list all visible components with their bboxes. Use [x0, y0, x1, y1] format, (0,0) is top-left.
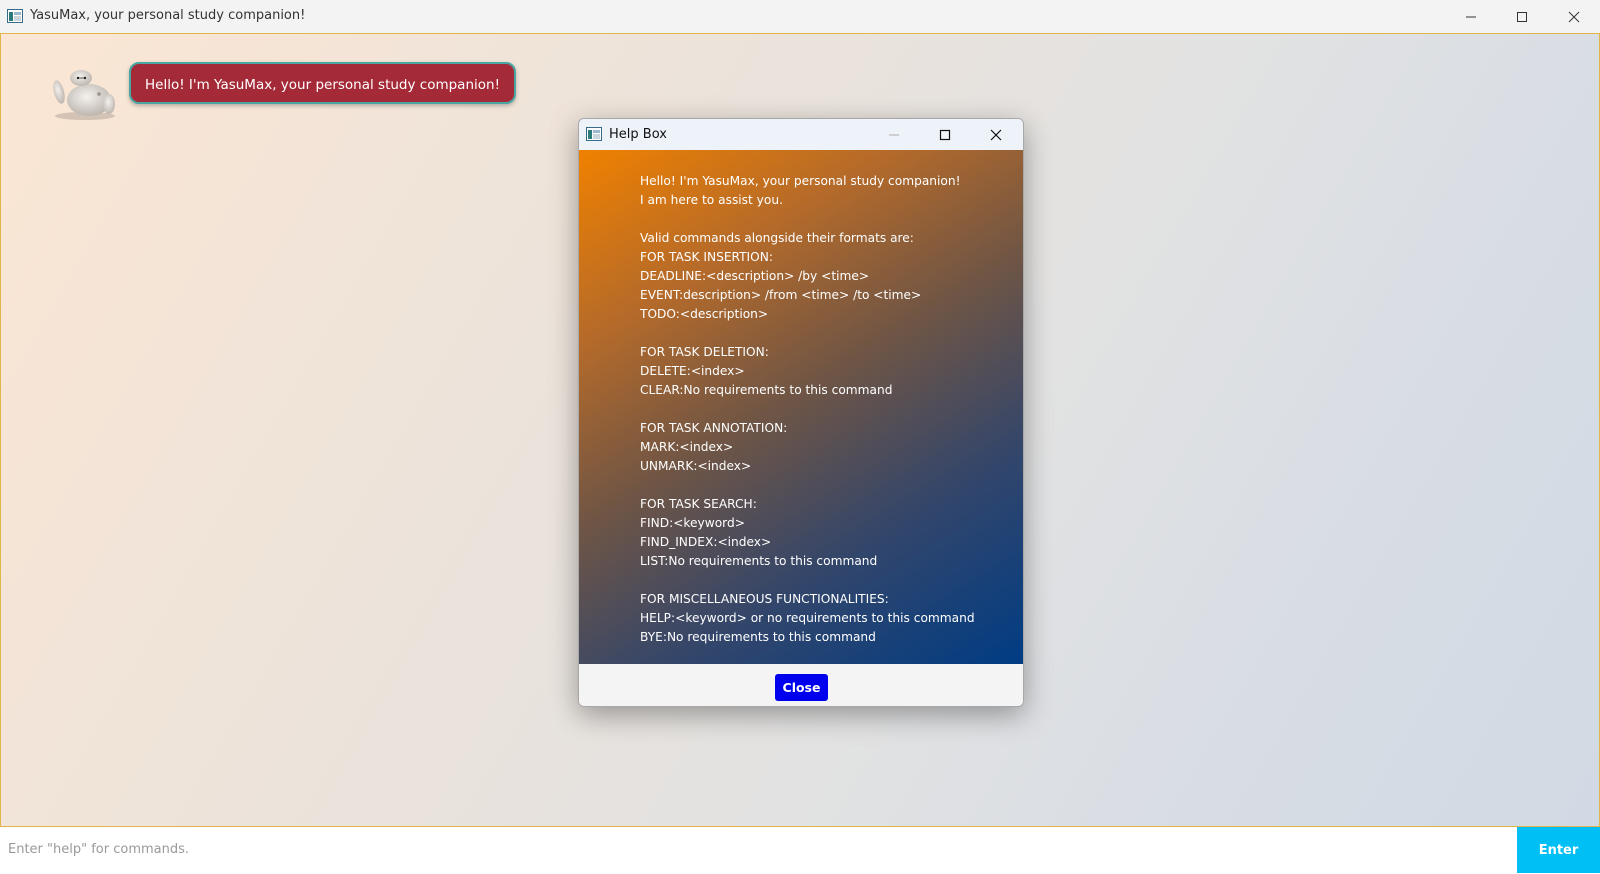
help-line: BYE:No requirements to this command	[640, 630, 876, 644]
window-title: YasuMax, your personal study companion!	[30, 8, 306, 23]
close-icon	[990, 129, 1002, 140]
help-line: Hello! I'm YasuMax, your personal study …	[640, 174, 961, 188]
help-dialog: Help Box Hello! I'm YasuMax, your person…	[578, 118, 1024, 707]
minimize-button[interactable]	[1446, 0, 1496, 33]
close-button[interactable]: Close	[775, 674, 828, 701]
dialog-title-bar[interactable]: Help Box	[579, 119, 1023, 150]
dialog-title: Help Box	[609, 127, 667, 142]
help-line: DEADLINE:<description> /by <time>	[640, 269, 870, 283]
bot-greeting-bubble: Hello! I'm YasuMax, your personal study …	[129, 62, 516, 104]
app-window: YasuMax, your personal study companion!	[0, 0, 1600, 874]
dialog-maximize-button[interactable]	[922, 119, 968, 150]
robot-avatar-icon	[53, 70, 115, 120]
app-icon	[7, 9, 23, 23]
help-line: FIND:<keyword>	[640, 516, 745, 530]
minimize-icon	[1466, 16, 1476, 17]
help-line: FIND_INDEX:<index>	[640, 535, 772, 549]
help-line: UNMARK:<index>	[640, 459, 752, 473]
dialog-footer: Close	[579, 664, 1023, 706]
help-line: CLEAR:No requirements to this command	[640, 383, 893, 397]
help-line: MARK:<index>	[640, 440, 734, 454]
title-bar[interactable]: YasuMax, your personal study companion!	[0, 0, 1600, 34]
help-content: Hello! I'm YasuMax, your personal study …	[579, 150, 1023, 664]
help-line: FOR TASK ANNOTATION:	[640, 421, 788, 435]
help-line: FOR TASK INSERTION:	[640, 250, 773, 264]
close-window-button[interactable]	[1549, 0, 1599, 33]
dialog-close-window-button[interactable]	[973, 119, 1019, 150]
help-line: LIST:No requirements to this command	[640, 554, 878, 568]
help-line: FOR TASK DELETION:	[640, 345, 769, 359]
maximize-button[interactable]	[1497, 0, 1547, 33]
help-line: FOR MISCELLANEOUS FUNCTIONALITIES:	[640, 592, 889, 606]
help-line: HELP:<keyword> or no requirements to thi…	[640, 611, 975, 625]
help-line: I am here to assist you.	[640, 193, 783, 207]
close-icon	[1568, 11, 1580, 22]
maximize-icon	[939, 129, 951, 140]
input-row: Enter	[0, 826, 1600, 874]
enter-button[interactable]: Enter	[1517, 827, 1600, 873]
help-line: DELETE:<index>	[640, 364, 745, 378]
help-line: Valid commands alongside their formats a…	[640, 231, 914, 245]
help-line: FOR TASK SEARCH:	[640, 497, 757, 511]
help-line: EVENT:description> /from <time> /to <tim…	[640, 288, 922, 302]
command-input[interactable]	[0, 827, 1516, 872]
minimize-icon	[889, 134, 899, 135]
maximize-icon	[1517, 11, 1527, 22]
dialog-minimize-button[interactable]	[871, 119, 917, 150]
app-icon	[586, 127, 602, 141]
help-line: TODO:<description>	[640, 307, 769, 321]
help-text: Hello! I'm YasuMax, your personal study …	[640, 172, 1015, 647]
